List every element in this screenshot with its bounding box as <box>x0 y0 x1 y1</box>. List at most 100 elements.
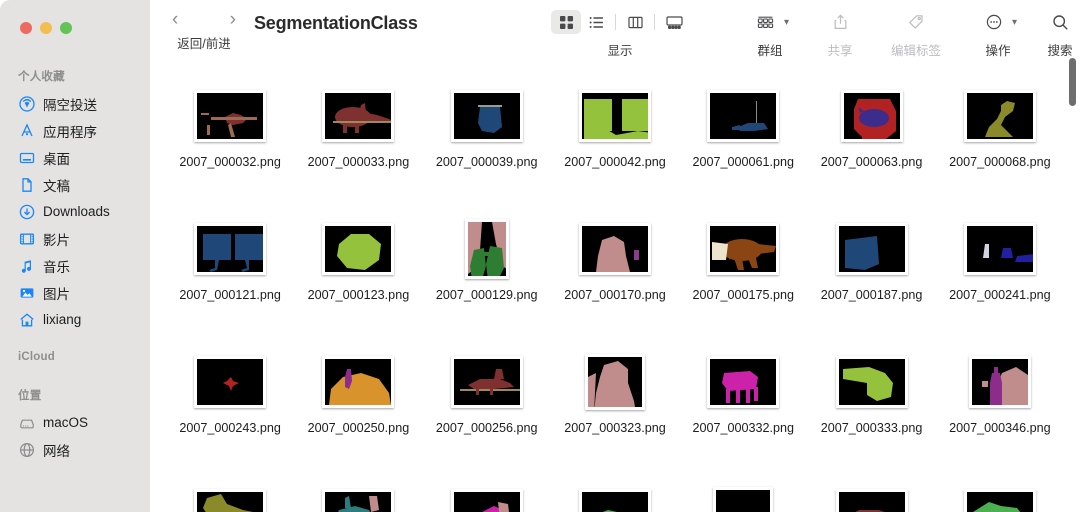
file-name-label: 2007_000187.png <box>820 288 923 302</box>
sidebar-item-label: 图片 <box>43 286 70 302</box>
vertical-scrollbar[interactable] <box>1069 58 1076 106</box>
segmentation-mask-thumbnail[interactable] <box>963 223 1036 275</box>
segmentation-mask-thumbnail[interactable] <box>835 489 908 512</box>
file-item[interactable]: 2007_000368.png <box>423 469 551 512</box>
file-item[interactable]: 2007_000364.png <box>294 469 422 512</box>
segmentation-mask-thumbnail[interactable] <box>194 489 267 512</box>
file-thumbnail-wrapper <box>194 352 267 412</box>
file-name-label: 2007_000129.png <box>435 288 538 302</box>
close-button[interactable] <box>20 22 32 34</box>
sidebar-item-network[interactable]: 网络 <box>0 436 150 463</box>
search-button[interactable] <box>1045 10 1075 34</box>
file-grid: 2007_000032.png 2007_000033.png 2007_00003… <box>150 70 1080 512</box>
segmentation-mask-thumbnail[interactable] <box>322 90 395 142</box>
file-item[interactable]: 2007_000123.png <box>294 203 422 336</box>
sidebar-section-locations: 位置 <box>18 390 42 402</box>
file-item[interactable]: 2007_000333.png <box>807 336 935 469</box>
column-view-button[interactable] <box>620 10 650 34</box>
sidebar-item-downloads[interactable]: Downloads <box>0 198 150 225</box>
segmentation-mask-thumbnail[interactable] <box>713 487 774 512</box>
back-icon[interactable]: ‹ <box>172 10 178 30</box>
file-item[interactable]: 2007_000061.png <box>679 70 807 203</box>
file-item[interactable]: 2007_000256.png <box>423 336 551 469</box>
segmentation-mask-thumbnail[interactable] <box>578 90 651 142</box>
group-by-button[interactable] <box>751 10 781 34</box>
file-item[interactable]: 2007_000121.png <box>166 203 294 336</box>
actions-button[interactable] <box>979 10 1009 34</box>
sidebar-item-documents[interactable]: 文稿 <box>0 171 150 198</box>
gallery-view-button[interactable] <box>659 10 689 34</box>
sidebar-item-macos[interactable]: macOS <box>0 409 150 436</box>
sidebar-item-airdrop[interactable]: 隔空投送 <box>0 90 150 117</box>
chevron-down-icon[interactable]: ▾ <box>1012 17 1017 28</box>
file-item[interactable]: 2007_000392.png <box>551 469 679 512</box>
file-item[interactable]: 2007_000032.png <box>166 70 294 203</box>
icon-view-button[interactable] <box>551 10 581 34</box>
search-label: 搜索 <box>1047 44 1073 58</box>
segmentation-mask-thumbnail[interactable] <box>578 489 651 512</box>
segmentation-mask-thumbnail[interactable] <box>322 223 395 275</box>
file-item[interactable]: 2007_000170.png <box>551 203 679 336</box>
file-item[interactable]: 2007_000175.png <box>679 203 807 336</box>
zoom-button[interactable] <box>60 22 72 34</box>
documents-icon <box>18 176 35 193</box>
segmentation-mask-thumbnail[interactable] <box>968 356 1031 408</box>
segmentation-mask-thumbnail[interactable] <box>707 356 780 408</box>
file-item[interactable]: 2007_000323.png <box>551 336 679 469</box>
file-thumbnail-wrapper <box>464 219 509 279</box>
file-item[interactable]: 2007_000241.png <box>936 203 1064 336</box>
home-icon <box>18 311 35 328</box>
segmentation-mask-thumbnail[interactable] <box>835 223 908 275</box>
segmentation-mask-thumbnail[interactable] <box>963 489 1036 512</box>
file-item[interactable]: 2007_000129.png <box>423 203 551 336</box>
file-item[interactable]: 2007_000452.png <box>807 469 935 512</box>
file-thumbnail-wrapper <box>968 352 1031 412</box>
file-item[interactable]: 2007_000033.png <box>294 70 422 203</box>
applications-icon <box>18 122 35 139</box>
sidebar-item-pictures[interactable]: 图片 <box>0 279 150 306</box>
file-item[interactable]: 2007_000187.png <box>807 203 935 336</box>
file-item[interactable]: 2007_000423.png <box>679 469 807 512</box>
segmentation-mask-thumbnail[interactable] <box>835 356 908 408</box>
segmentation-mask-thumbnail[interactable] <box>584 354 645 410</box>
file-name-label: 2007_000256.png <box>435 421 538 435</box>
minimize-button[interactable] <box>40 22 52 34</box>
segmentation-mask-thumbnail[interactable] <box>707 223 780 275</box>
file-item[interactable]: 2007_000042.png <box>551 70 679 203</box>
segmentation-mask-thumbnail[interactable] <box>194 90 267 142</box>
list-view-button[interactable] <box>581 10 611 34</box>
sidebar-item-movies[interactable]: 影片 <box>0 225 150 252</box>
chevron-down-icon[interactable]: ▾ <box>784 17 789 28</box>
segmentation-mask-thumbnail[interactable] <box>194 223 267 275</box>
file-thumbnail-wrapper <box>963 86 1036 146</box>
segmentation-mask-thumbnail[interactable] <box>322 356 395 408</box>
group-by-group: ▾ 群组 <box>740 10 800 59</box>
sidebar-item-music[interactable]: 音乐 <box>0 252 150 279</box>
segmentation-mask-thumbnail[interactable] <box>322 489 395 512</box>
file-item[interactable]: 2007_000243.png <box>166 336 294 469</box>
segmentation-mask-thumbnail[interactable] <box>450 356 523 408</box>
file-item[interactable]: 2007_000063.png <box>807 70 935 203</box>
file-item[interactable]: 2007_000464.png <box>936 469 1064 512</box>
file-item[interactable]: 2007_000346.png <box>936 336 1064 469</box>
segmentation-mask-thumbnail[interactable] <box>707 90 780 142</box>
share-button[interactable] <box>825 10 855 34</box>
forward-icon[interactable]: › <box>230 10 236 30</box>
sidebar-item-home[interactable]: lixiang <box>0 306 150 333</box>
segmentation-mask-thumbnail[interactable] <box>450 489 523 512</box>
segmentation-mask-thumbnail[interactable] <box>194 356 267 408</box>
file-item[interactable]: 2007_000068.png <box>936 70 1064 203</box>
segmentation-mask-thumbnail[interactable] <box>450 90 523 142</box>
file-item[interactable]: 2007_000359.png <box>166 469 294 512</box>
file-item[interactable]: 2007_000039.png <box>423 70 551 203</box>
segmentation-mask-thumbnail[interactable] <box>840 90 903 142</box>
segmentation-mask-thumbnail[interactable] <box>578 223 651 275</box>
segmentation-mask-thumbnail[interactable] <box>963 90 1036 142</box>
segmentation-mask-thumbnail[interactable] <box>464 219 509 279</box>
view-mode-group: 显示 <box>550 10 690 59</box>
edit-tags-button[interactable] <box>901 10 931 34</box>
file-item[interactable]: 2007_000332.png <box>679 336 807 469</box>
sidebar-item-applications[interactable]: 应用程序 <box>0 117 150 144</box>
sidebar-item-desktop[interactable]: 桌面 <box>0 144 150 171</box>
file-item[interactable]: 2007_000250.png <box>294 336 422 469</box>
